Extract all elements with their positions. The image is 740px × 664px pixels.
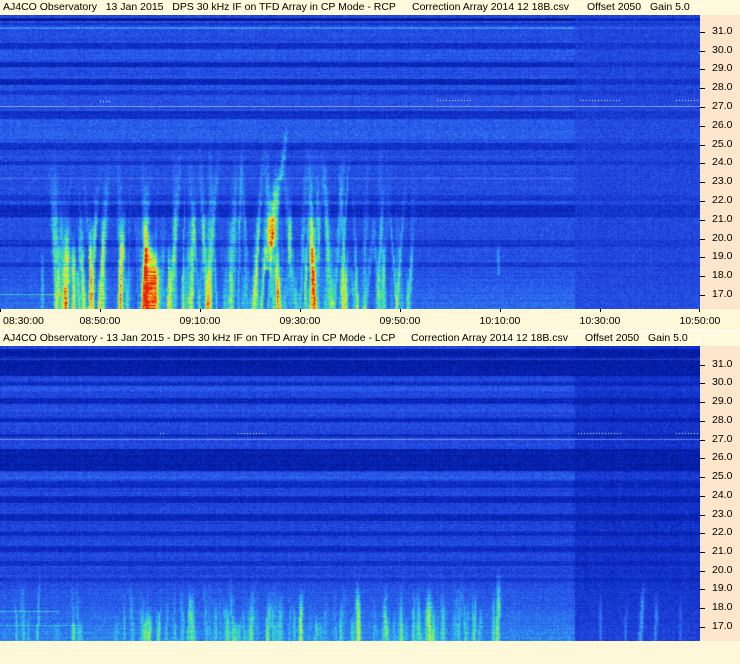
- y-tick-mark: [700, 69, 705, 70]
- y-tick-mark: [700, 295, 705, 296]
- y-tick-label: 23.0: [712, 175, 733, 187]
- y-tick-mark: [700, 32, 705, 33]
- y-tick-mark: [700, 421, 705, 422]
- y-tick-label: 31.0: [712, 358, 733, 370]
- x-tick-label: 10:30:00: [579, 315, 621, 327]
- y-tick-mark: [700, 145, 705, 146]
- rcp-spectrogram: [0, 15, 700, 309]
- y-tick-label: 18.0: [712, 269, 733, 281]
- y-tick-mark: [700, 589, 705, 590]
- y-tick-mark: [700, 51, 705, 52]
- y-tick-mark: [700, 608, 705, 609]
- y-tick-mark: [700, 220, 705, 221]
- y-tick-mark: [700, 402, 705, 403]
- x-tick-label: 08:30:00: [3, 315, 44, 327]
- y-tick-mark: [700, 107, 705, 108]
- x-tick-mark: [100, 309, 101, 312]
- y-tick-mark: [700, 440, 705, 441]
- x-tick-mark: [600, 309, 601, 312]
- lcp-bottom-strip: [0, 641, 740, 664]
- lcp-spectrogram: [0, 346, 700, 641]
- x-tick-label: 10:10:00: [479, 315, 521, 327]
- y-tick-mark: [700, 276, 705, 277]
- rcp-correction-file: Correction Array 2014 12 18B.csv: [412, 1, 569, 13]
- y-tick-mark: [700, 552, 705, 553]
- y-tick-label: 21.0: [712, 545, 733, 557]
- y-tick-label: 24.0: [712, 489, 733, 501]
- y-tick-mark: [700, 458, 705, 459]
- y-tick-label: 28.0: [712, 414, 733, 426]
- lcp-header-bar: AJ4CO Observatory - 13 Jan 2015 - DPS 30…: [0, 331, 740, 346]
- y-tick-mark: [700, 365, 705, 366]
- rcp-header-bar: AJ4CO Observatory 13 Jan 2015 DPS 30 kHz…: [0, 0, 740, 15]
- y-tick-mark: [700, 239, 705, 240]
- y-tick-mark: [700, 383, 705, 384]
- lcp-title: AJ4CO Observatory - 13 Jan 2015 - DPS 30…: [3, 332, 396, 344]
- rcp-frequency-axis: 31.0 30.0 29.0 28.0 27.0 26.0 25.0 24.0 23.0 22.0…: [700, 15, 740, 309]
- y-tick-mark: [700, 533, 705, 534]
- y-tick-mark: [700, 201, 705, 202]
- y-tick-label: 18.0: [712, 601, 733, 613]
- y-tick-label: 21.0: [712, 213, 733, 225]
- y-tick-label: 20.0: [712, 232, 733, 244]
- rcp-time-axis: 08:30:00 08:50:00 09:10:00 09:30:00 09:50:00…: [0, 309, 740, 331]
- y-tick-label: 26.0: [712, 119, 733, 131]
- y-tick-label: 17.0: [712, 288, 733, 300]
- y-tick-label: 22.0: [712, 526, 733, 538]
- x-tick-mark: [300, 309, 301, 312]
- y-tick-label: 24.0: [712, 156, 733, 168]
- y-tick-label: 17.0: [712, 620, 733, 632]
- rcp-offset: Offset 2050: [587, 1, 642, 13]
- y-tick-label: 29.0: [712, 395, 733, 407]
- x-tick-label: 09:10:00: [179, 315, 221, 327]
- y-tick-label: 25.0: [712, 138, 733, 150]
- rcp-plot-area: [0, 15, 700, 309]
- x-tick-label: 09:30:00: [279, 315, 321, 327]
- y-tick-mark: [700, 496, 705, 497]
- lcp-plot-area: [0, 346, 700, 641]
- y-tick-label: 19.0: [712, 582, 733, 594]
- x-tick-label: 10:50:00: [679, 315, 721, 327]
- y-tick-mark: [700, 126, 705, 127]
- lcp-gain: Gain 5.0: [648, 332, 688, 344]
- lcp-correction-file: Correction Array 2014 12 18B.csv: [411, 332, 568, 344]
- y-tick-mark: [700, 477, 705, 478]
- rcp-panel: AJ4CO Observatory 13 Jan 2015 DPS 30 kHz…: [0, 0, 740, 331]
- y-tick-mark: [700, 163, 705, 164]
- x-tick-mark: [0, 309, 1, 312]
- y-tick-mark: [700, 182, 705, 183]
- x-tick-mark: [699, 309, 700, 312]
- lcp-frequency-axis: 31.0 30.0 29.0 28.0 27.0 26.0 25.0 24.0 23.0 22.0…: [700, 346, 740, 641]
- y-tick-label: 27.0: [712, 100, 733, 112]
- y-tick-label: 30.0: [712, 376, 733, 388]
- y-tick-label: 31.0: [712, 25, 733, 37]
- y-tick-label: 25.0: [712, 470, 733, 482]
- lcp-panel: AJ4CO Observatory - 13 Jan 2015 - DPS 30…: [0, 331, 740, 664]
- lcp-offset: Offset 2050: [585, 332, 640, 344]
- x-tick-mark: [400, 309, 401, 312]
- y-tick-label: 20.0: [712, 564, 733, 576]
- y-tick-mark: [700, 515, 705, 516]
- x-tick-mark: [500, 309, 501, 312]
- rcp-title: AJ4CO Observatory 13 Jan 2015 DPS 30 kHz…: [3, 1, 396, 13]
- y-tick-label: 19.0: [712, 250, 733, 262]
- y-tick-label: 29.0: [712, 62, 733, 74]
- y-tick-label: 22.0: [712, 194, 733, 206]
- rcp-gain: Gain 5.0: [650, 1, 690, 13]
- x-tick-label: 09:50:00: [379, 315, 421, 327]
- y-tick-mark: [700, 88, 705, 89]
- y-tick-label: 27.0: [712, 433, 733, 445]
- x-tick-mark: [200, 309, 201, 312]
- y-tick-label: 28.0: [712, 81, 733, 93]
- x-tick-label: 08:50:00: [79, 315, 121, 327]
- y-tick-mark: [700, 627, 705, 628]
- y-tick-label: 30.0: [712, 44, 733, 56]
- y-tick-mark: [700, 571, 705, 572]
- y-tick-label: 23.0: [712, 508, 733, 520]
- y-tick-label: 26.0: [712, 451, 733, 463]
- y-tick-mark: [700, 257, 705, 258]
